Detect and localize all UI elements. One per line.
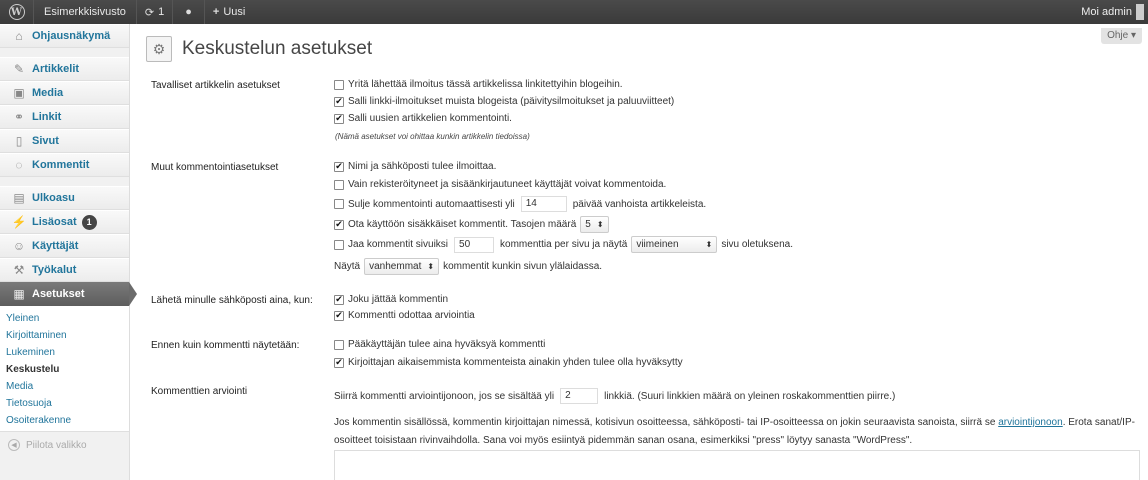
sidebar-item-dashboard[interactable]: ⌂ Ohjausnäkymä (0, 24, 129, 48)
collapse-arrow-icon: ◀ (8, 439, 20, 451)
plus-icon: + (212, 6, 220, 18)
speech-bubble-icon: ● (185, 6, 192, 18)
page-header: ⚙ Keskustelun asetukset (146, 36, 372, 62)
checkbox-unchecked[interactable] (334, 179, 344, 190)
sidebar-item-settings[interactable]: ▦ Asetukset (0, 282, 137, 306)
checkbox-checked[interactable]: ✔ (334, 96, 344, 107)
sidebar-item-plugins[interactable]: ⚡ Lisäosat 1 (0, 210, 129, 234)
other-comment-settings-label: Muut kommentointiasetukset (151, 162, 279, 173)
checkbox-checked[interactable]: ✔ (334, 357, 344, 368)
option-threaded-comments[interactable]: ✔ Ota käyttöön sisäkkäiset kommentit. Tas… (334, 216, 613, 233)
checkbox-checked[interactable]: ✔ (334, 219, 344, 230)
submenu-item-privacy[interactable]: Tietosuoja (0, 395, 129, 412)
sidebar-item-pages[interactable]: ▯ Sivut (0, 129, 129, 153)
checkbox-unchecked[interactable] (334, 79, 344, 90)
my-account-link[interactable]: Moi admin (1081, 0, 1148, 24)
submenu-item-writing[interactable]: Kirjoittaminen (0, 327, 129, 344)
default-article-settings-label: Tavalliset artikkelin asetukset (151, 80, 280, 91)
new-content-button[interactable]: + Uusi (205, 0, 253, 24)
comments-button[interactable]: ● (173, 0, 205, 24)
checkbox-checked[interactable]: ✔ (334, 161, 344, 172)
sidebar-item-users[interactable]: ☺ Käyttäjät (0, 234, 129, 258)
submenu-item-discussion[interactable]: Keskustelu (0, 361, 129, 378)
sidebar-item-tools[interactable]: ⚒ Työkalut (0, 258, 129, 282)
settings-page-icon: ⚙ (146, 36, 172, 62)
option-registration-required[interactable]: Vain rekisteröityneet ja sisäänkirjautun… (334, 179, 666, 190)
checkbox-unchecked[interactable] (334, 199, 344, 209)
checkbox-checked[interactable]: ✔ (334, 310, 344, 321)
sidebar-item-media[interactable]: ▣ Media (0, 81, 129, 105)
media-icon: ▣ (13, 86, 25, 100)
updates-button[interactable]: ⟳ 1 (137, 0, 174, 24)
option-comments-notify[interactable]: ✔ Joku jättää kommentin (334, 294, 448, 305)
plugins-update-badge: 1 (81, 214, 97, 230)
option-comment-moderation[interactable]: Pääkäyttäjän tulee aina hyväksyä komment… (334, 339, 545, 350)
option-require-name-email[interactable]: ✔ Nimi ja sähköposti tulee ilmoittaa. (334, 161, 496, 172)
settings-icon: ▦ (13, 287, 25, 301)
comments-icon: ◌ (15, 158, 23, 172)
sidebar-item-appearance[interactable]: ▤ Ulkoasu (0, 186, 129, 210)
appearance-icon: ▤ (13, 191, 25, 205)
option-comment-order: Näytä vanhemmat ⬍ kommentit kunkin sivun yl… (334, 258, 602, 275)
avatar (1136, 4, 1144, 20)
link-icon: ⚭ (13, 110, 25, 124)
collapse-menu-button[interactable]: ◀ Piilota valikko (0, 432, 129, 458)
dashboard-icon: ⌂ (15, 29, 23, 43)
site-name-link[interactable]: Esimerkkisivusto (34, 0, 137, 24)
wp-logo-button[interactable]: W (0, 0, 34, 24)
option-allow-pings[interactable]: ✔ Salli linkki-ilmoitukset muista blogeis… (334, 96, 674, 107)
updates-count: 1 (158, 6, 165, 18)
sidebar-item-posts[interactable]: ✎ Artikkelit (0, 57, 129, 81)
settings-submenu: Yleinen Kirjoittaminen Lukeminen Keskust… (0, 306, 129, 432)
before-comment-appears-label: Ennen kuin kommentti näytetään: (151, 340, 300, 351)
checkbox-unchecked[interactable] (334, 339, 344, 350)
pages-icon: ▯ (15, 134, 23, 148)
moderation-keys-description: Jos kommentin sisällössä, kommentin kirj… (334, 417, 1135, 446)
default-article-note: (Nämä asetukset voi ohittaa kunkin artik… (335, 132, 530, 141)
comment-order-select[interactable]: vanhemmat ⬍ (364, 258, 440, 275)
main-content: Ohje ▾ ⚙ Keskustelun asetukset Tavallise… (130, 24, 1148, 480)
select-arrows-icon: ⬍ (427, 262, 435, 271)
submenu-item-media[interactable]: Media (0, 378, 129, 395)
option-comment-whitelist[interactable]: ✔ Kirjoittajan aikaisemmista kommenteista… (334, 357, 683, 368)
option-allow-comments[interactable]: ✔ Salli uusien artikkelien kommentointi. (334, 113, 512, 124)
max-links-input[interactable]: 2 (560, 388, 599, 404)
users-icon: ☺ (12, 239, 26, 253)
sidebar-item-comments[interactable]: ◌ Kommentit (0, 153, 129, 177)
wordpress-logo-icon: W (8, 4, 25, 20)
option-moderation-notify[interactable]: ✔ Kommentti odottaa arviointia (334, 310, 475, 321)
sidebar-item-links[interactable]: ⚭ Linkit (0, 105, 129, 129)
comment-moderation-label: Kommenttien arviointi (151, 386, 248, 397)
checkbox-unchecked[interactable] (334, 239, 344, 250)
submenu-item-reading[interactable]: Lukeminen (0, 344, 129, 361)
comments-per-page-input[interactable]: 50 (454, 236, 495, 253)
moderation-keys-textarea[interactable] (334, 450, 1140, 480)
plugins-icon: ⚡ (11, 215, 27, 229)
close-comments-days-input[interactable]: 14 (520, 196, 567, 212)
moderation-queue-link[interactable]: arviointijonoon (998, 417, 1063, 428)
checkbox-checked[interactable]: ✔ (334, 294, 344, 305)
tools-icon: ⚒ (13, 263, 25, 277)
submenu-item-general[interactable]: Yleinen (0, 310, 129, 327)
pin-icon: ✎ (13, 62, 25, 76)
option-max-links: Siirrä kommentti arviointijonoon, jos se… (334, 388, 895, 404)
email-me-label: Lähetä minulle sähköposti aina, kun: (151, 295, 313, 306)
checkbox-checked[interactable]: ✔ (334, 113, 344, 124)
select-arrows-icon: ⬍ (705, 240, 713, 249)
select-arrows-icon: ⬍ (596, 220, 604, 229)
refresh-icon: ⟳ (144, 6, 155, 19)
thread-depth-select[interactable]: 5 ⬍ (580, 216, 609, 233)
default-comments-page-select[interactable]: viimeinen ⬍ (631, 236, 718, 253)
submenu-item-permalinks[interactable]: Osoiterakenne (0, 412, 129, 429)
admin-bar: W Esimerkkisivusto ⟳ 1 ● + Uusi Moi admin (0, 0, 1148, 24)
option-pingback-flag[interactable]: Yritä lähettää ilmoitus tässä artikkelis… (334, 79, 623, 90)
help-tab[interactable]: Ohje ▾ (1101, 28, 1142, 44)
page-title: Keskustelun asetukset (182, 38, 373, 59)
admin-sidebar: ⌂ Ohjausnäkymä ✎ Artikkelit ▣ Media ⚭ Linkit… (0, 24, 137, 480)
option-close-comments[interactable]: Sulje kommentointi automaattisesti yli 14… (334, 196, 706, 212)
option-page-comments[interactable]: Jaa kommentit sivuiksi 50 kommenttia per s… (334, 236, 793, 253)
